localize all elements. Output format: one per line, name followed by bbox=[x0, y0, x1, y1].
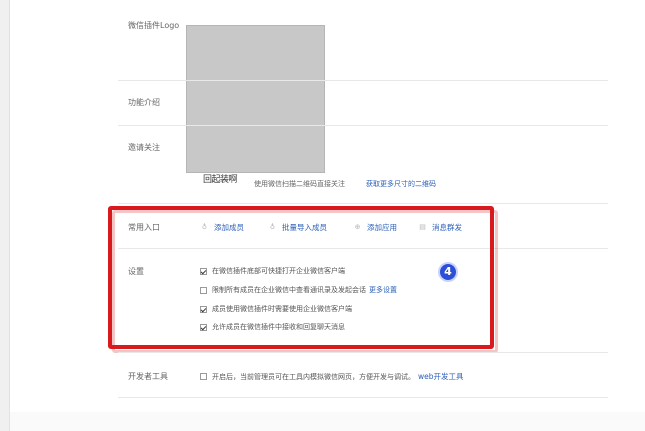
divider bbox=[118, 203, 608, 204]
divider bbox=[118, 125, 608, 126]
logo-label: 微信插件Logo bbox=[128, 21, 180, 30]
highlight-box bbox=[108, 206, 494, 349]
web-dev-tools-link[interactable]: web开发工具 bbox=[418, 371, 464, 382]
dev-tools-row: 开启后，当前管理员可在工具内模拟微信网页，方便开发与调试。 web开发工具 bbox=[200, 371, 464, 382]
more-qr-sizes-link[interactable]: 获取更多尺寸的二维码 bbox=[366, 179, 436, 189]
qr-code-image bbox=[186, 25, 325, 173]
invite-label: 邀请关注 bbox=[128, 143, 160, 152]
qr-help-text: 使用微信扫描二维码直接关注 bbox=[254, 180, 345, 188]
bottom-strip bbox=[10, 412, 645, 431]
dev-tools-text: 开启后，当前管理员可在工具内模拟微信网页，方便开发与调试。 bbox=[212, 372, 415, 381]
dev-tools-checkbox[interactable] bbox=[200, 373, 207, 380]
left-panel bbox=[0, 0, 10, 431]
qr-caption: 回起装啊 bbox=[203, 175, 238, 185]
right-gap bbox=[608, 0, 645, 431]
divider bbox=[118, 397, 608, 398]
divider bbox=[118, 80, 608, 81]
intro-label: 功能介绍 bbox=[128, 98, 160, 107]
dev-tools-label: 开发者工具 bbox=[128, 372, 168, 381]
divider bbox=[118, 352, 608, 353]
